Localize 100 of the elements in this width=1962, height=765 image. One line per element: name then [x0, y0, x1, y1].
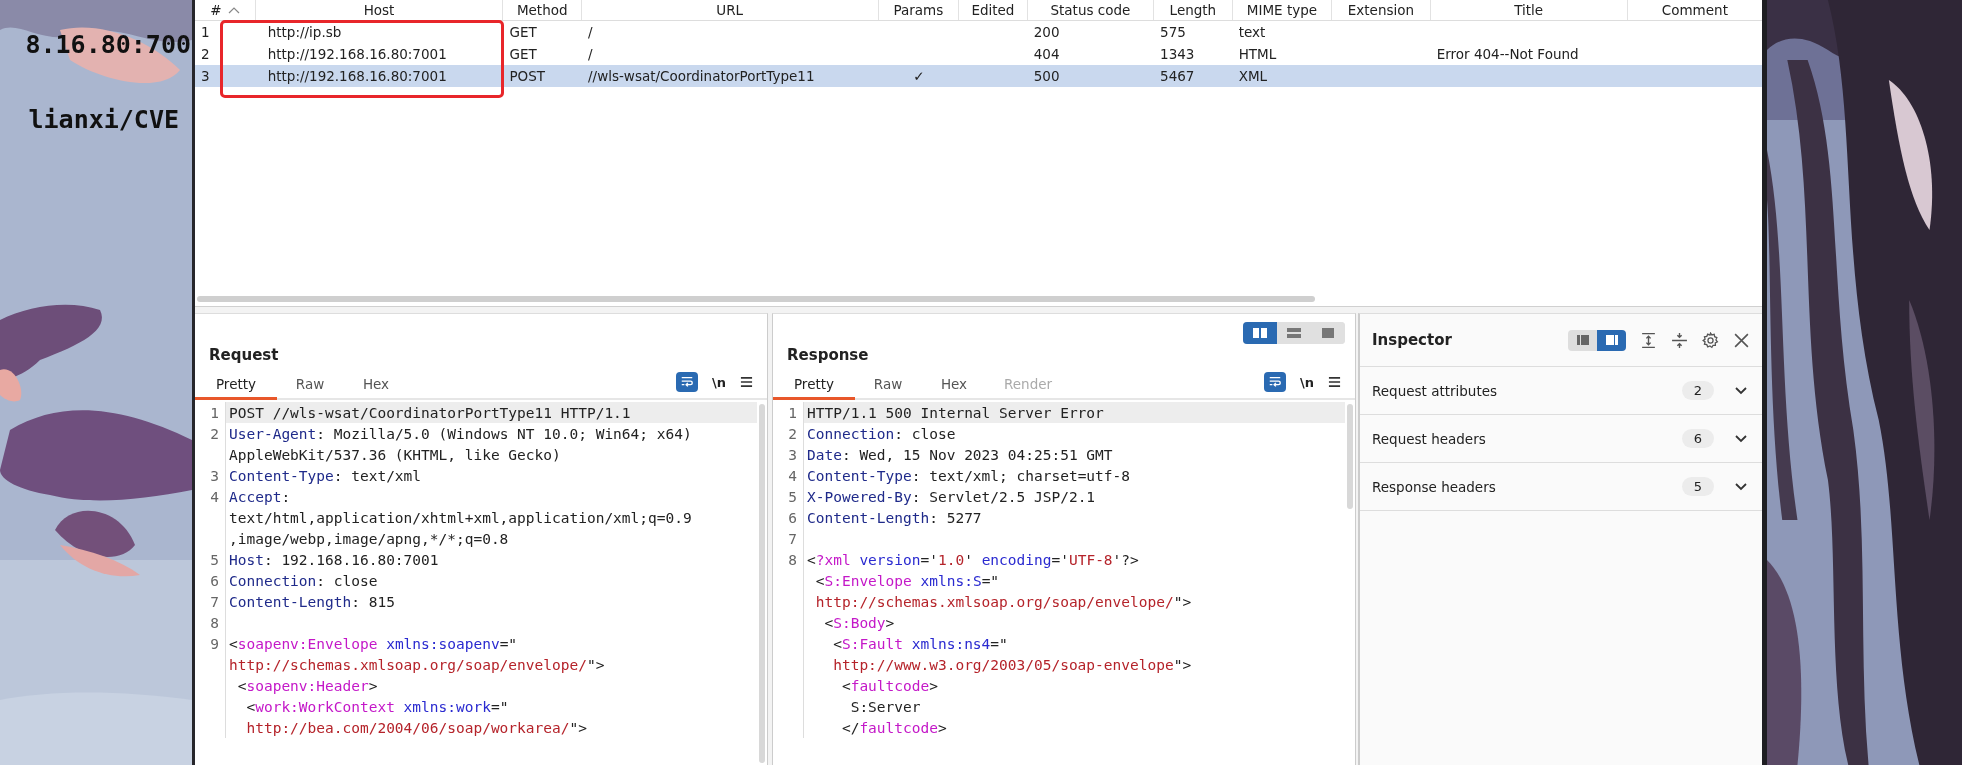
line-number: 5: [788, 488, 797, 505]
code-line: http://www.w3.org/2003/05/soap-envelope">: [832, 656, 1192, 673]
inspector-section[interactable]: Request attributes 2: [1360, 367, 1762, 415]
line-number: 7: [788, 530, 797, 547]
editor-tab[interactable]: Raw: [277, 376, 343, 400]
table-row[interactable]: 2 http://192.168.16.80:7001 GET / 404 1343 HTML Error 404--Not Found: [195, 43, 1762, 65]
line-number: 4: [788, 467, 797, 484]
line-number: 6: [788, 509, 797, 526]
table-cell: /: [588, 24, 593, 40]
horizontal-scrollbar[interactable]: [197, 296, 1315, 302]
column-header[interactable]: #: [210, 2, 222, 18]
code-line: S:Server: [849, 698, 921, 715]
layout-button[interactable]: [1568, 329, 1597, 351]
table-cell: ✓: [913, 68, 925, 84]
column-header[interactable]: Edited: [971, 2, 1015, 18]
close-icon[interactable]: [1733, 331, 1750, 349]
line-number: 8: [210, 614, 219, 631]
menu-icon[interactable]: [740, 376, 753, 388]
editor-tab[interactable]: Pretty: [195, 376, 277, 400]
columns-icon: [1252, 327, 1268, 339]
column-header[interactable]: Host: [363, 2, 395, 18]
editor-tab[interactable]: Hex: [921, 376, 987, 400]
line-number: 4: [210, 488, 219, 505]
table-cell: 575: [1160, 24, 1186, 40]
settings-icon[interactable]: [1702, 331, 1719, 349]
code-line: <faultcode>: [840, 677, 938, 694]
line-number: 2: [210, 425, 219, 442]
table-cell: GET: [509, 24, 537, 40]
code-line: Content-Length: 5277: [806, 509, 982, 526]
square-icon: [1320, 327, 1336, 339]
column-header[interactable]: Status code: [1050, 2, 1131, 18]
line-number: 9: [210, 635, 219, 652]
layout-button[interactable]: [1597, 329, 1626, 351]
code-line: Accept:: [228, 488, 291, 505]
vertical-scrollbar[interactable]: [757, 402, 767, 765]
menu-icon[interactable]: [1328, 376, 1341, 388]
code-line: <work:WorkContext xmlns:work=": [245, 698, 509, 715]
panel-title: Request: [209, 346, 279, 366]
collapse-icon[interactable]: [1671, 331, 1688, 349]
wrap-lines-icon: [680, 375, 694, 389]
code-line: http://schemas.xmlsoap.org/soap/envelope/">: [228, 656, 605, 673]
word-wrap-button[interactable]: [1264, 372, 1286, 392]
code-line: AppleWebKit/537.36 (KHTML, like Gecko): [228, 446, 561, 463]
table-cell: 2: [201, 46, 210, 62]
terminal-text: 8.16.80:700: [25, 30, 191, 59]
table-cell: text: [1238, 24, 1266, 40]
column-header[interactable]: Method: [516, 2, 568, 18]
code-line: Content-Type: text/xml: [228, 467, 422, 484]
line-number: 6: [210, 572, 219, 589]
line-number: 7: [210, 593, 219, 610]
column-header[interactable]: Params: [893, 2, 944, 18]
table-cell: 404: [1033, 46, 1060, 62]
word-wrap-button[interactable]: [676, 372, 698, 392]
chevron-icon[interactable]: [1734, 385, 1748, 396]
code-line: http://schemas.xmlsoap.org/soap/envelope/">: [814, 593, 1192, 610]
line-number: 3: [788, 446, 797, 463]
inspector-section[interactable]: Response headers 5: [1360, 463, 1762, 511]
table-cell: Error 404--Not Found: [1436, 46, 1579, 62]
table-cell: 200: [1033, 24, 1060, 40]
column-header[interactable]: Extension: [1347, 2, 1415, 18]
table-cell: //wls-wsat/CoordinatorPortType11: [588, 68, 815, 84]
code-line: Connection: close: [806, 425, 956, 442]
code-line: <soapenv:Envelope xmlns:soapenv=": [228, 635, 518, 652]
editor-tab[interactable]: Raw: [855, 376, 921, 400]
code-line: ,image/webp,image/apng,*/*;q=0.8: [228, 530, 509, 547]
table-cell: http://ip.sb: [267, 24, 342, 40]
line-number: 1: [788, 404, 797, 421]
layout-button[interactable]: [1243, 322, 1277, 344]
chevron-icon[interactable]: [1734, 433, 1748, 444]
panel-title: Response: [787, 346, 869, 366]
sort-ascending-icon: [227, 6, 240, 14]
newline-toggle[interactable]: \n: [712, 374, 726, 390]
column-header[interactable]: Title: [1514, 2, 1544, 18]
column-header[interactable]: Comment: [1661, 2, 1728, 18]
line-number: 3: [210, 467, 219, 484]
code-line: <S:Envelope xmlns:S=": [814, 572, 1000, 589]
count-badge: 5: [1681, 477, 1714, 496]
column-header[interactable]: URL: [716, 2, 744, 18]
code-line: Content-Type: text/xml; charset=utf-8: [806, 467, 1130, 484]
newline-toggle[interactable]: \n: [1300, 374, 1314, 390]
count-badge: 2: [1681, 381, 1714, 400]
column-header[interactable]: Length: [1169, 2, 1217, 18]
code-line: http://bea.com/2004/06/soap/workarea/">: [245, 719, 587, 736]
editor-tab[interactable]: Pretty: [773, 376, 855, 400]
expand-icon[interactable]: [1640, 331, 1657, 349]
line-number: 5: [210, 551, 219, 568]
table-row[interactable]: 1 http://ip.sb GET / 200 575 text: [195, 21, 1762, 43]
table-cell: POST: [509, 68, 546, 84]
rows-icon: [1286, 327, 1302, 339]
line-number: 1: [210, 404, 219, 421]
table-row[interactable]: 3 http://192.168.16.80:7001 POST //wls-wsat/CoordinatorPortType11 ✓ 500 5467 XML: [195, 65, 1762, 87]
table-cell: http://192.168.16.80:7001: [267, 68, 447, 84]
table-cell: 500: [1033, 68, 1060, 84]
chevron-icon[interactable]: [1734, 481, 1748, 492]
code-line: X-Powered-By: Servlet/2.5 JSP/2.1: [806, 488, 1096, 505]
table-cell: /: [588, 46, 593, 62]
table-cell: 3: [201, 68, 210, 84]
inspector-section[interactable]: Request headers 6: [1360, 415, 1762, 463]
column-header[interactable]: MIME type: [1246, 2, 1318, 18]
editor-tab[interactable]: Hex: [343, 376, 409, 400]
